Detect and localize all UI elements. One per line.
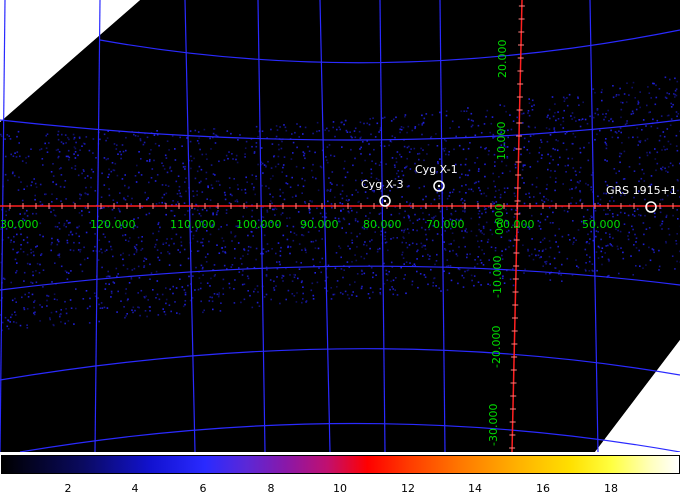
ra-label: 120.000 bbox=[90, 218, 136, 231]
colorbar-tick: 18 bbox=[604, 482, 618, 495]
dec-label: -20.000 bbox=[490, 325, 503, 368]
colorbar-tick: 8 bbox=[267, 482, 275, 495]
colorbar-tick: 16 bbox=[536, 482, 550, 495]
ra-label: 30.000 bbox=[0, 218, 39, 231]
ra-label: 50.000 bbox=[582, 218, 621, 231]
colorbar-gradient[interactable] bbox=[1, 455, 680, 474]
source-label-cyg-x1: Cyg X-1 bbox=[415, 163, 458, 176]
ra-label: 80.000 bbox=[363, 218, 402, 231]
colorbar-tick: 4 bbox=[131, 482, 139, 495]
colorbar-tick: 14 bbox=[468, 482, 482, 495]
dec-label: -10.000 bbox=[491, 255, 504, 298]
ra-label: 100.000 bbox=[236, 218, 282, 231]
source-label-grs1915: GRS 1915+1 bbox=[606, 184, 677, 197]
dec-label: 20.000 bbox=[496, 39, 509, 79]
dec-label: -30.000 bbox=[487, 403, 500, 446]
ra-label: 70.000 bbox=[426, 218, 465, 231]
ra-label: 110.000 bbox=[170, 218, 216, 231]
colorbar[interactable]: 2 4 6 8 10 12 14 16 18 bbox=[0, 452, 680, 499]
colorbar-tick: 10 bbox=[333, 482, 347, 495]
colorbar-tick: 2 bbox=[64, 482, 72, 495]
sky-map-viewer[interactable]: Cyg X-3 Cyg X-1 GRS 1915+1 30.000 120.00… bbox=[0, 0, 680, 499]
colorbar-tick: 6 bbox=[199, 482, 207, 495]
dec-label: 0.000 bbox=[493, 203, 506, 236]
colorbar-tick: 12 bbox=[401, 482, 415, 495]
dec-label: 10.000 bbox=[495, 121, 508, 161]
ra-label: 90.000 bbox=[300, 218, 339, 231]
source-label-cyg-x3: Cyg X-3 bbox=[361, 178, 404, 191]
